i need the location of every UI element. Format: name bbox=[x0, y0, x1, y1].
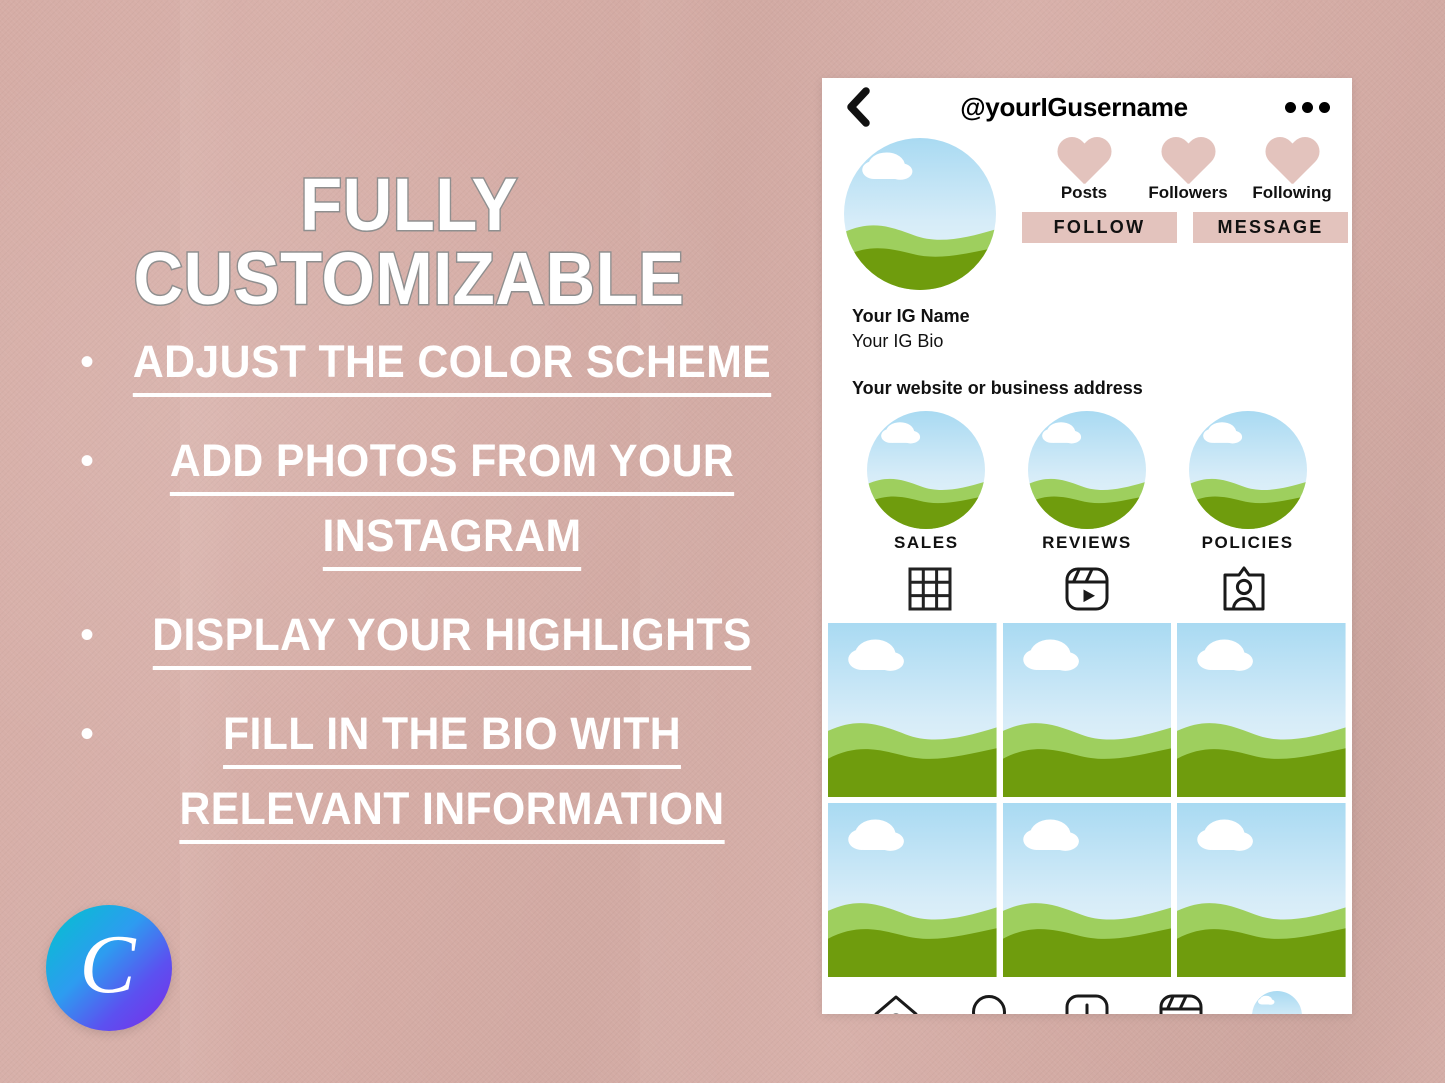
bullet-marker: • bbox=[79, 340, 94, 384]
bullet-marker: • bbox=[79, 439, 94, 483]
left-content-panel: FULLY CUSTOMIZABLE • ADJUST THE COLOR SC… bbox=[0, 0, 818, 1083]
bullet-line: INSTAGRAM bbox=[121, 504, 782, 575]
post-thumbnail[interactable] bbox=[1177, 623, 1346, 797]
bullet-line-text: ADD PHOTOS FROM YOUR bbox=[169, 435, 735, 496]
list-item-continuation: RELEVANT INFORMATION bbox=[70, 777, 800, 848]
dot bbox=[1285, 101, 1296, 113]
bullet-line-text: FILL IN THE BIO WITH bbox=[222, 708, 682, 769]
reels-icon bbox=[1064, 566, 1110, 612]
profile-display-name: Your IG Name bbox=[852, 306, 970, 326]
canva-logo[interactable]: C bbox=[46, 905, 172, 1031]
tagged-icon bbox=[1221, 565, 1267, 613]
grid-icon bbox=[908, 567, 952, 611]
post-thumbnail[interactable] bbox=[1003, 803, 1172, 977]
follow-button[interactable]: FOLLOW bbox=[1022, 212, 1177, 243]
message-button[interactable]: MESSAGE bbox=[1193, 212, 1348, 243]
dot bbox=[1319, 101, 1330, 113]
profile-summary: Posts Followers Following FOLLOW MESSAGE bbox=[822, 138, 1352, 290]
list-item: • ADJUST THE COLOR SCHEME bbox=[70, 330, 800, 401]
highlight-label: POLICIES bbox=[1201, 533, 1294, 552]
profile-stats: Posts Followers Following bbox=[1018, 138, 1348, 203]
profile-tabs bbox=[822, 553, 1352, 623]
stat-label: Following bbox=[1252, 183, 1332, 202]
bullet-marker: • bbox=[79, 613, 94, 657]
bullet-line: DISPLAY YOUR HIGHLIGHTS bbox=[121, 603, 782, 674]
bottom-navigation bbox=[822, 977, 1352, 1014]
nav-add-post[interactable] bbox=[1064, 993, 1110, 1014]
list-item: • ADD PHOTOS FROM YOUR bbox=[70, 429, 800, 500]
avatar[interactable] bbox=[844, 138, 996, 290]
nav-search[interactable] bbox=[968, 992, 1016, 1014]
canva-logo-letter: C bbox=[79, 918, 136, 1011]
bullet-line-text: RELEVANT INFORMATION bbox=[179, 783, 725, 844]
nav-home[interactable] bbox=[872, 993, 920, 1014]
bullet-line-text: DISPLAY YOUR HIGHLIGHTS bbox=[152, 609, 752, 670]
highlight-cover bbox=[1028, 411, 1146, 529]
home-icon bbox=[872, 993, 920, 1014]
highlight-label: SALES bbox=[893, 533, 959, 552]
stat-following[interactable]: Following bbox=[1240, 138, 1344, 203]
profile-avatar-icon bbox=[1252, 991, 1302, 1014]
highlight-policies[interactable]: POLICIES bbox=[1185, 411, 1310, 553]
list-item: • FILL IN THE BIO WITH bbox=[70, 702, 800, 773]
nav-profile[interactable] bbox=[1252, 991, 1302, 1014]
highlight-cover bbox=[867, 411, 985, 529]
feature-bullet-list: • ADJUST THE COLOR SCHEME • ADD PHOTOS F… bbox=[70, 330, 800, 852]
app-header: @yourIGusername bbox=[822, 78, 1352, 136]
bullet-line-text: INSTAGRAM bbox=[322, 510, 582, 571]
bullet-line: ADJUST THE COLOR SCHEME bbox=[121, 330, 782, 401]
tab-grid[interactable] bbox=[900, 567, 960, 611]
page-title: FULLY CUSTOMIZABLE bbox=[132, 163, 685, 320]
list-item-continuation: INSTAGRAM bbox=[70, 504, 800, 575]
profile-stats-and-actions: Posts Followers Following FOLLOW MESSAGE bbox=[996, 138, 1348, 290]
post-thumbnail[interactable] bbox=[828, 623, 997, 797]
tab-reels[interactable] bbox=[1057, 566, 1117, 612]
story-highlights: SALES REVIEWS POLICIES bbox=[822, 399, 1352, 553]
bullet-line: FILL IN THE BIO WITH bbox=[121, 702, 782, 773]
post-thumbnail[interactable] bbox=[1177, 803, 1346, 977]
post-thumbnail[interactable] bbox=[1003, 623, 1172, 797]
bullet-line: RELEVANT INFORMATION bbox=[121, 777, 782, 848]
add-post-icon bbox=[1064, 993, 1110, 1014]
stat-posts[interactable]: Posts bbox=[1032, 138, 1136, 203]
more-options-icon[interactable] bbox=[1284, 101, 1330, 113]
post-thumbnail[interactable] bbox=[828, 803, 997, 977]
highlight-label: REVIEWS bbox=[1042, 533, 1132, 552]
stat-label: Posts bbox=[1060, 183, 1108, 202]
nav-reels[interactable] bbox=[1158, 993, 1204, 1014]
profile-bio-block: Your IG Name Your IG Bio bbox=[822, 290, 1352, 352]
tab-tagged[interactable] bbox=[1214, 565, 1274, 613]
stat-label: Followers bbox=[1148, 183, 1228, 202]
profile-website-link[interactable]: Your website or business address bbox=[822, 352, 1352, 399]
list-item: • DISPLAY YOUR HIGHLIGHTS bbox=[70, 603, 800, 674]
post-grid bbox=[822, 623, 1352, 977]
search-icon bbox=[968, 992, 1016, 1014]
highlight-reviews[interactable]: REVIEWS bbox=[1024, 411, 1149, 553]
stat-followers[interactable]: Followers bbox=[1136, 138, 1240, 203]
highlight-cover bbox=[1189, 411, 1307, 529]
highlight-sales[interactable]: SALES bbox=[864, 411, 989, 553]
dot bbox=[1302, 101, 1313, 113]
reels-icon bbox=[1158, 993, 1204, 1014]
instagram-profile-mockup: @yourIGusername Posts Followers Followin… bbox=[822, 78, 1352, 1014]
bullet-line-text: ADJUST THE COLOR SCHEME bbox=[132, 336, 772, 397]
profile-bio-text: Your IG Bio bbox=[852, 331, 944, 351]
bullet-marker: • bbox=[79, 712, 94, 756]
profile-actions: FOLLOW MESSAGE bbox=[1018, 212, 1348, 243]
bullet-line: ADD PHOTOS FROM YOUR bbox=[121, 429, 782, 500]
profile-username: @yourIGusername bbox=[960, 91, 1188, 122]
